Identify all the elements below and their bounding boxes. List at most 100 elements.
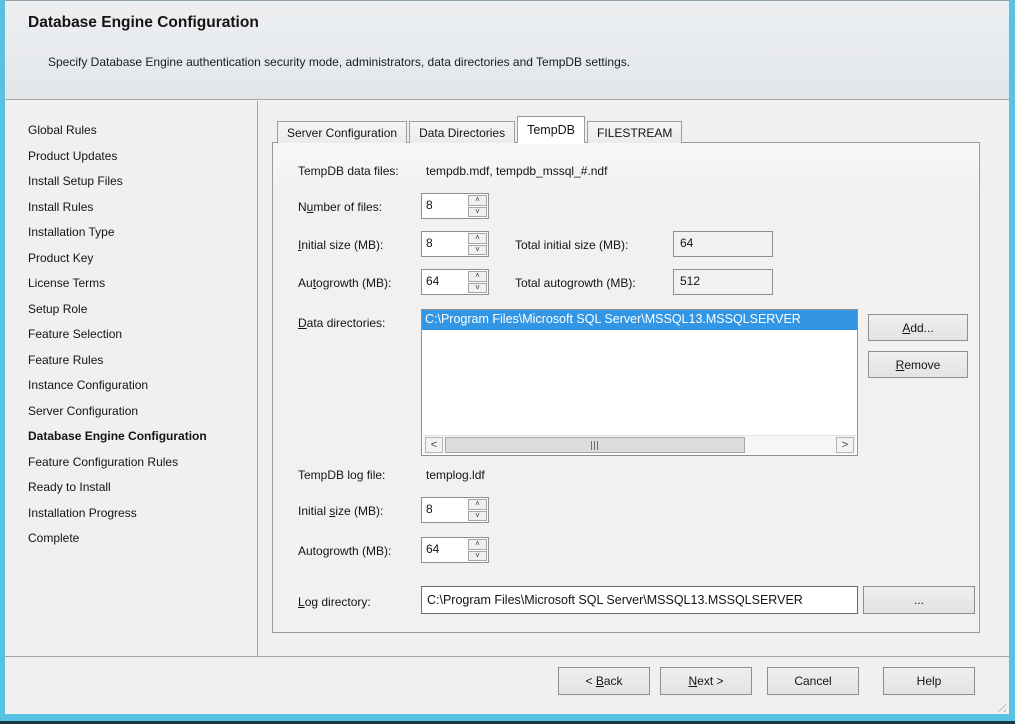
sidebar-item-product-updates: Product Updates — [28, 144, 257, 170]
tab-label: FILESTREAM — [597, 126, 672, 140]
log-initial-size-input[interactable]: 8 — [422, 498, 467, 522]
chevron-up-icon: ˄ — [475, 540, 480, 548]
sidebar-item-instance-configuration: Instance Configuration — [28, 373, 257, 399]
scroll-left-icon: < — [431, 440, 437, 451]
back-button[interactable]: < Back — [558, 667, 650, 695]
sidebar-item-global-rules: Global Rules — [28, 118, 257, 144]
wizard-steps-sidebar: Global Rules Product Updates Install Set… — [5, 101, 258, 656]
log-autogrowth-spinner: 64 ˄ ˅ — [421, 537, 489, 563]
log-autogrowth-label: Autogrowth (MB): — [298, 544, 391, 558]
chevron-down-icon: ˅ — [475, 512, 480, 520]
sidebar-item-server-configuration: Server Configuration — [28, 399, 257, 425]
sidebar-item-install-rules: Install Rules — [28, 195, 257, 221]
sidebar-item-label: Installation Progress — [28, 506, 137, 520]
chevron-up-icon: ˄ — [475, 234, 480, 242]
sidebar-item-label: Product Key — [28, 251, 93, 265]
remove-button[interactable]: Remove — [868, 351, 968, 378]
chevron-down-icon: ˅ — [475, 246, 480, 254]
sidebar-item-label: Instance Configuration — [28, 378, 148, 392]
spin-down-button[interactable]: ˅ — [468, 245, 487, 256]
spin-up-button[interactable]: ˄ — [468, 499, 487, 510]
help-button[interactable]: Help — [883, 667, 975, 695]
number-of-files-spinner: 8 ˄ ˅ — [421, 193, 489, 219]
spin-up-button[interactable]: ˄ — [468, 233, 487, 244]
sidebar-item-label: Setup Role — [28, 302, 87, 316]
tempdb-data-files-label: TempDB data files: — [298, 164, 399, 178]
autogrowth-spinner: 64 ˄ ˅ — [421, 269, 489, 295]
sidebar-item-feature-rules: Feature Rules — [28, 348, 257, 374]
tempdb-data-files-value: tempdb.mdf, tempdb_mssql_#.ndf — [426, 164, 607, 178]
sidebar-item-label: Global Rules — [28, 123, 97, 137]
sidebar-item-label: Feature Selection — [28, 327, 122, 341]
window-content: Database Engine Configuration Specify Da… — [5, 0, 1009, 714]
sidebar-item-database-engine-configuration: Database Engine Configuration — [28, 424, 257, 450]
scroll-right-button[interactable]: > — [836, 437, 854, 453]
sidebar-item-label: Install Rules — [28, 200, 93, 214]
scroll-left-button[interactable]: < — [425, 437, 443, 453]
spin-down-button[interactable]: ˅ — [468, 511, 487, 522]
sidebar-item-label: Server Configuration — [28, 404, 138, 418]
resize-grip[interactable] — [994, 700, 1006, 712]
scrollbar-thumb[interactable] — [445, 437, 745, 453]
add-button[interactable]: Add... — [868, 314, 968, 341]
chevron-up-icon: ˄ — [475, 500, 480, 508]
tempdb-log-file-value: templog.ldf — [426, 468, 485, 482]
sidebar-item-label: Feature Configuration Rules — [28, 455, 178, 469]
autogrowth-label: Autogrowth (MB): — [298, 276, 391, 290]
chevron-down-icon: ˅ — [475, 284, 480, 292]
sidebar-item-label: Product Updates — [28, 149, 117, 163]
log-directory-label: Log directory: — [298, 595, 371, 609]
sidebar-item-ready-to-install: Ready to Install — [28, 475, 257, 501]
spin-up-button[interactable]: ˄ — [468, 195, 487, 206]
tab-label: TempDB — [527, 123, 575, 137]
scroll-right-icon: > — [842, 440, 848, 451]
browse-button[interactable]: ... — [863, 586, 975, 614]
tab-server-configuration[interactable]: Server Configuration — [277, 121, 407, 143]
next-button[interactable]: Next > — [660, 667, 752, 695]
initial-size-label: Initial size (MB): — [298, 238, 383, 252]
sidebar-item-feature-selection: Feature Selection — [28, 322, 257, 348]
page-subtitle: Specify Database Engine authentication s… — [48, 55, 630, 69]
cancel-button[interactable]: Cancel — [767, 667, 859, 695]
spin-down-button[interactable]: ˅ — [468, 207, 487, 218]
chevron-down-icon: ˅ — [475, 208, 480, 216]
total-initial-size-label: Total initial size (MB): — [515, 238, 628, 252]
tab-strip: Server Configuration Data Directories Te… — [277, 115, 684, 143]
wizard-header: Database Engine Configuration Specify Da… — [5, 1, 1009, 100]
initial-size-spinner: 8 ˄ ˅ — [421, 231, 489, 257]
spin-up-button[interactable]: ˄ — [468, 271, 487, 282]
spin-up-button[interactable]: ˄ — [468, 539, 487, 550]
data-directory-item[interactable]: C:\Program Files\Microsoft SQL Server\MS… — [422, 310, 857, 330]
footer-separator — [5, 656, 1009, 657]
horizontal-scrollbar[interactable]: < > — [423, 435, 856, 454]
data-directories-listbox[interactable]: C:\Program Files\Microsoft SQL Server\MS… — [421, 309, 858, 456]
sidebar-item-label: Install Setup Files — [28, 174, 123, 188]
sidebar-item-product-key: Product Key — [28, 246, 257, 272]
total-initial-size-value: 64 — [673, 231, 773, 257]
chevron-up-icon: ˄ — [475, 272, 480, 280]
autogrowth-input[interactable]: 64 — [422, 270, 467, 294]
number-of-files-input[interactable]: 8 — [422, 194, 467, 218]
sidebar-item-installation-type: Installation Type — [28, 220, 257, 246]
number-of-files-label: Number of files: — [298, 200, 382, 214]
sidebar-item-label: Database Engine Configuration — [28, 429, 207, 443]
scrollbar-thumb-grip — [591, 441, 600, 450]
tab-data-directories[interactable]: Data Directories — [409, 121, 515, 143]
log-initial-size-label: Initial size (MB): — [298, 504, 383, 518]
chevron-up-icon: ˄ — [475, 196, 480, 204]
tab-tempdb[interactable]: TempDB — [517, 116, 585, 143]
sidebar-item-label: Installation Type — [28, 225, 115, 239]
sidebar-item-feature-configuration-rules: Feature Configuration Rules — [28, 450, 257, 476]
tab-filestream[interactable]: FILESTREAM — [587, 121, 682, 143]
log-directory-input[interactable]: C:\Program Files\Microsoft SQL Server\MS… — [421, 586, 858, 614]
initial-size-input[interactable]: 8 — [422, 232, 467, 256]
sidebar-item-label: Ready to Install — [28, 480, 111, 494]
spin-down-button[interactable]: ˅ — [468, 551, 487, 562]
sidebar-item-label: Feature Rules — [28, 353, 103, 367]
log-autogrowth-input[interactable]: 64 — [422, 538, 467, 562]
data-directory-path: C:\Program Files\Microsoft SQL Server\MS… — [425, 312, 801, 326]
tab-label: Server Configuration — [287, 126, 397, 140]
spin-down-button[interactable]: ˅ — [468, 283, 487, 294]
sidebar-item-setup-role: Setup Role — [28, 297, 257, 323]
sidebar-item-complete: Complete — [28, 526, 257, 552]
